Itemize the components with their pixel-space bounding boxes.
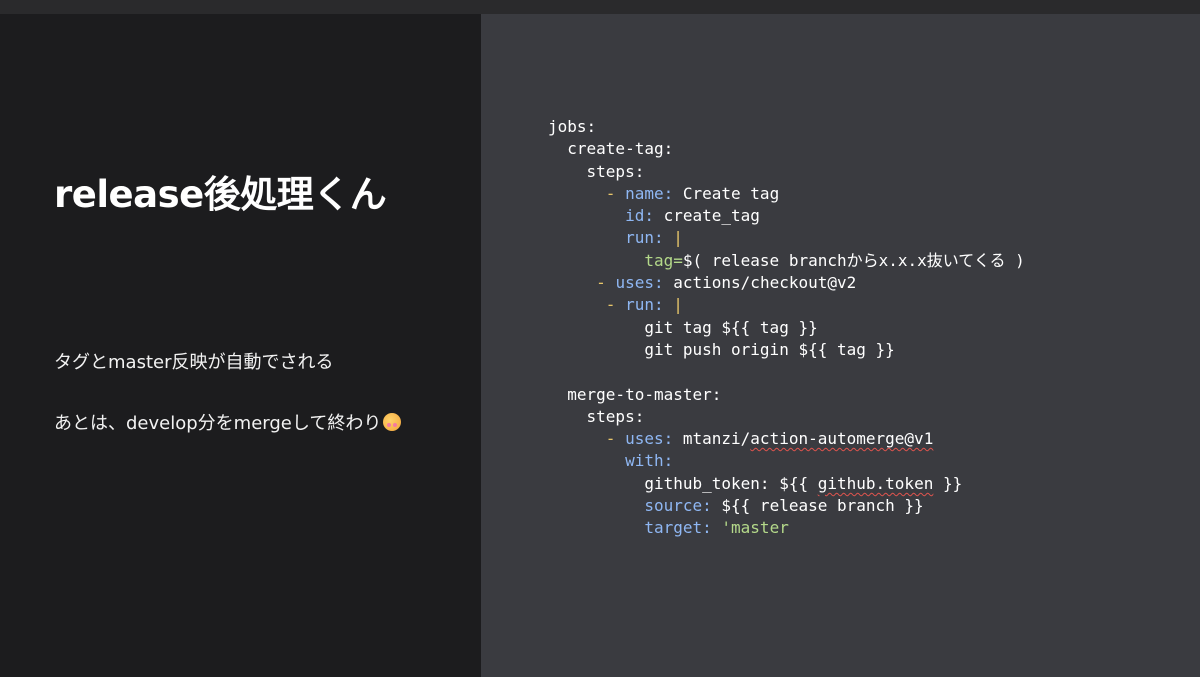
code-token: - [605, 183, 626, 203]
code-token: merge-to-master: [567, 384, 722, 404]
code-token: id: [625, 206, 654, 226]
code-token: action-automerge@v1 [750, 429, 934, 449]
code-token: jobs: [548, 117, 597, 136]
code-line: run: | [548, 227, 1025, 249]
code-token: source: [644, 496, 712, 516]
code-line: source: ${{ release branch }} [548, 495, 1025, 517]
slide-text-panel: release後処理くん タグとmaster反映が自動でされる あとは、deve… [0, 14, 481, 677]
code-token: name: [625, 183, 674, 203]
code-line: target: 'master [548, 517, 1025, 539]
code-line: with: [548, 450, 1025, 472]
code-line: create-tag: [548, 138, 1025, 160]
bullet-text-1: タグとmaster反映が自動でされる [54, 352, 334, 373]
code-token: uses: [615, 273, 664, 293]
code-token: | [663, 228, 683, 248]
code-token: git push origin ${{ tag }} [644, 339, 895, 359]
code-token: tag= [644, 250, 683, 270]
code-line: - uses: mtanzi/action-automerge@v1 [548, 428, 1025, 450]
code-token: github.token [817, 473, 934, 493]
code-line: tag=$( release branchからx.x.x抜いてくる ) [548, 250, 1025, 272]
code-line: merge-to-master: [548, 384, 1025, 406]
code-line: - run: | [548, 294, 1025, 316]
code-token: git tag ${{ tag }} [644, 317, 818, 337]
code-token: create-tag: [567, 139, 674, 159]
code-line: github_token: ${{ github.token }} [548, 473, 1025, 495]
code-line: steps: [548, 406, 1025, 428]
slide-title: release後処理くん [54, 173, 387, 216]
code-token: - [605, 295, 626, 315]
code-line: git tag ${{ tag }} [548, 317, 1025, 339]
window-top-bar [0, 0, 1200, 14]
code-line: - name: Create tag [548, 183, 1025, 205]
code-token: target: [644, 518, 712, 538]
code-token: steps: [586, 406, 645, 426]
code-token: with: [625, 451, 674, 471]
code-token: ${{ release branch }} [711, 496, 924, 516]
yaml-code-block: jobs: create-tag: steps: - name: Create … [548, 116, 1025, 540]
code-token: run: [625, 295, 664, 315]
bullet-text-2: あとは、develop分をmergeして終わり [54, 409, 402, 435]
code-line: - uses: actions/checkout@v2 [548, 272, 1025, 294]
code-token: Create tag [673, 183, 780, 203]
code-token: actions/checkout@v2 [663, 273, 857, 293]
code-token: create_tag [653, 206, 760, 226]
code-token: $( release branchからx.x.x抜いてくる ) [682, 250, 1025, 270]
code-token: - [605, 429, 626, 449]
code-token: ${{ [769, 473, 818, 493]
bullet-text-2-label: あとは、develop分をmergeして終わり [54, 413, 382, 434]
code-token: run: [625, 228, 664, 248]
code-token: 'master [711, 518, 789, 538]
code-token: uses: [625, 429, 674, 449]
code-token: github_token: [644, 473, 770, 493]
code-line: steps: [548, 161, 1025, 183]
smiling-face-with-hearts-icon [383, 413, 402, 431]
code-token: steps: [586, 161, 645, 181]
code-line: jobs: [548, 116, 1025, 138]
code-token: }} [933, 473, 963, 493]
code-token: - [596, 273, 616, 293]
code-token: | [663, 295, 683, 315]
code-line: id: create_tag [548, 205, 1025, 227]
code-line: git push origin ${{ tag }} [548, 339, 1025, 361]
code-token: mtanzi/ [673, 429, 751, 449]
